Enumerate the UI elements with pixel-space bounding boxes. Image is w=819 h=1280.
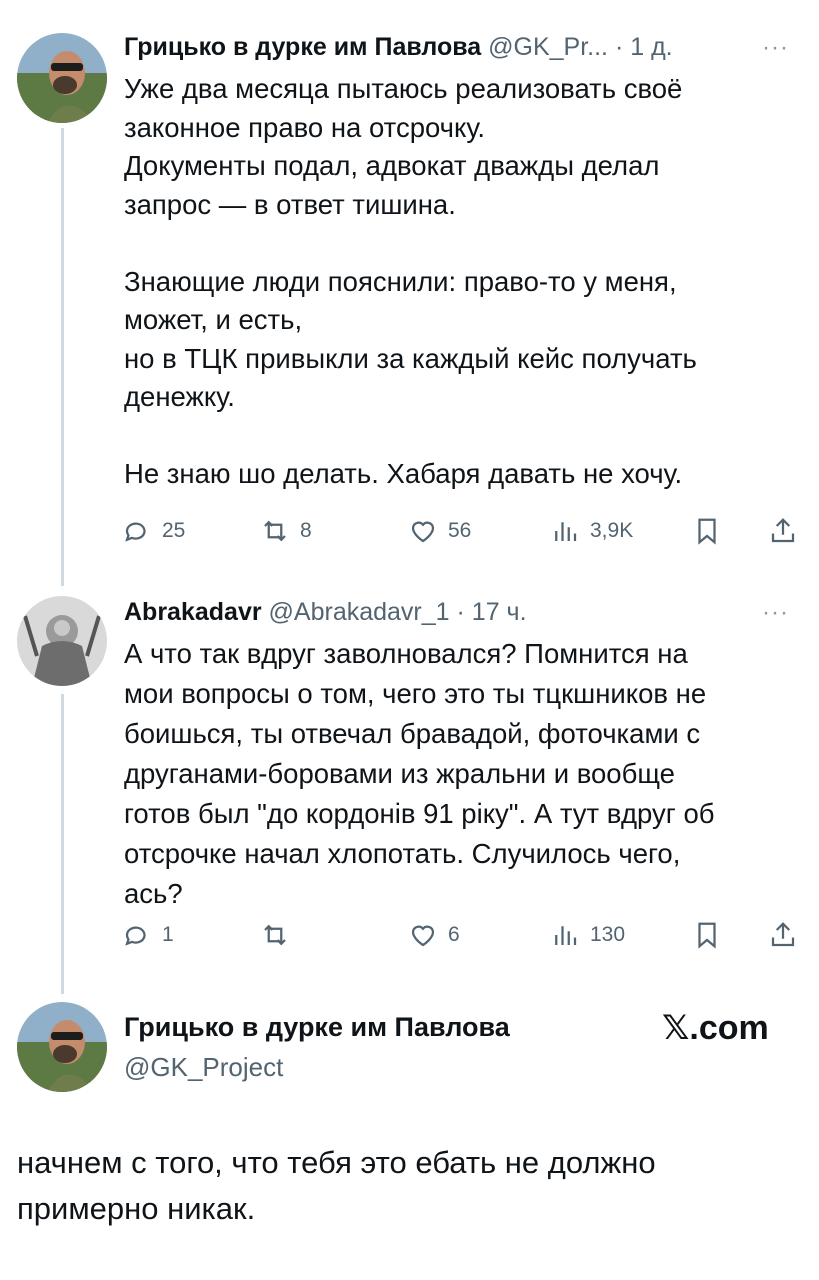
like-button[interactable]: 56 (408, 516, 471, 546)
like-count: 6 (448, 923, 460, 946)
avatar[interactable] (17, 33, 107, 123)
reply-button[interactable]: 25 (122, 516, 185, 546)
x-logo: 𝕏.com (662, 1009, 769, 1047)
bookmark-button[interactable] (692, 516, 722, 546)
views-count: 3,9K (590, 519, 634, 542)
bookmark-button[interactable] (692, 920, 722, 950)
bookmark-icon (698, 922, 716, 949)
views-icon (555, 522, 577, 541)
like-button[interactable]: 6 (408, 920, 460, 950)
author-handle[interactable]: @Abrakadavr_1 (269, 598, 450, 626)
views-button[interactable]: 130 (550, 920, 625, 950)
share-button[interactable] (768, 920, 798, 950)
author-name[interactable]: Abrakadavr (124, 598, 262, 626)
tweet-text: Уже два месяца пытаюсь реализовать своё … (124, 73, 697, 489)
repost-count: 8 (300, 519, 312, 542)
thread-line (61, 128, 64, 586)
author-name[interactable]: Грицько в дурке им Павлова (124, 1012, 510, 1043)
like-icon (411, 521, 435, 543)
reply-button[interactable]: 1 (122, 920, 174, 950)
reply-icon (125, 926, 146, 946)
timestamp[interactable]: · 17 ч. (457, 598, 527, 626)
reply-count: 1 (162, 923, 174, 946)
repost-icon (264, 520, 286, 542)
more-options-icon[interactable]: ··· (762, 599, 789, 627)
author-handle[interactable]: @GK_Project (124, 1052, 283, 1083)
repost-icon (264, 924, 286, 946)
tweet-text: начнем с того, что тебя это ебать не дол… (17, 1145, 656, 1226)
tweet-header: Грицько в дурке им Павлова @GK_Pr... · 1… (124, 32, 673, 62)
more-options-icon[interactable]: ··· (762, 34, 789, 62)
author-handle[interactable]: @GK_Pr... (488, 33, 608, 61)
reply-icon (125, 522, 146, 542)
share-icon (771, 518, 795, 543)
timestamp[interactable]: · 1 д. (615, 33, 673, 61)
views-count: 130 (590, 923, 626, 946)
action-bar: 25 8 56 3,9K (122, 516, 812, 552)
thread-line (61, 694, 64, 994)
like-icon (411, 925, 435, 947)
author-name[interactable]: Грицько в дурке им Павлова (124, 33, 481, 61)
tweet-text: А что так вдруг заволновался? Помнится н… (124, 638, 715, 909)
avatar[interactable] (17, 1002, 107, 1092)
share-icon (771, 922, 795, 947)
like-count: 56 (448, 519, 472, 542)
bookmark-icon (698, 518, 716, 545)
repost-button[interactable]: 8 (260, 516, 312, 546)
share-button[interactable] (768, 516, 798, 546)
tweet-header: Abrakadavr @Abrakadavr_1 · 17 ч. (124, 597, 527, 627)
action-bar: 1 6 130 (122, 920, 812, 956)
views-icon (555, 926, 577, 945)
avatar[interactable] (17, 596, 107, 686)
repost-button[interactable] (260, 920, 300, 950)
reply-count: 25 (162, 519, 186, 542)
views-button[interactable]: 3,9K (550, 516, 633, 546)
